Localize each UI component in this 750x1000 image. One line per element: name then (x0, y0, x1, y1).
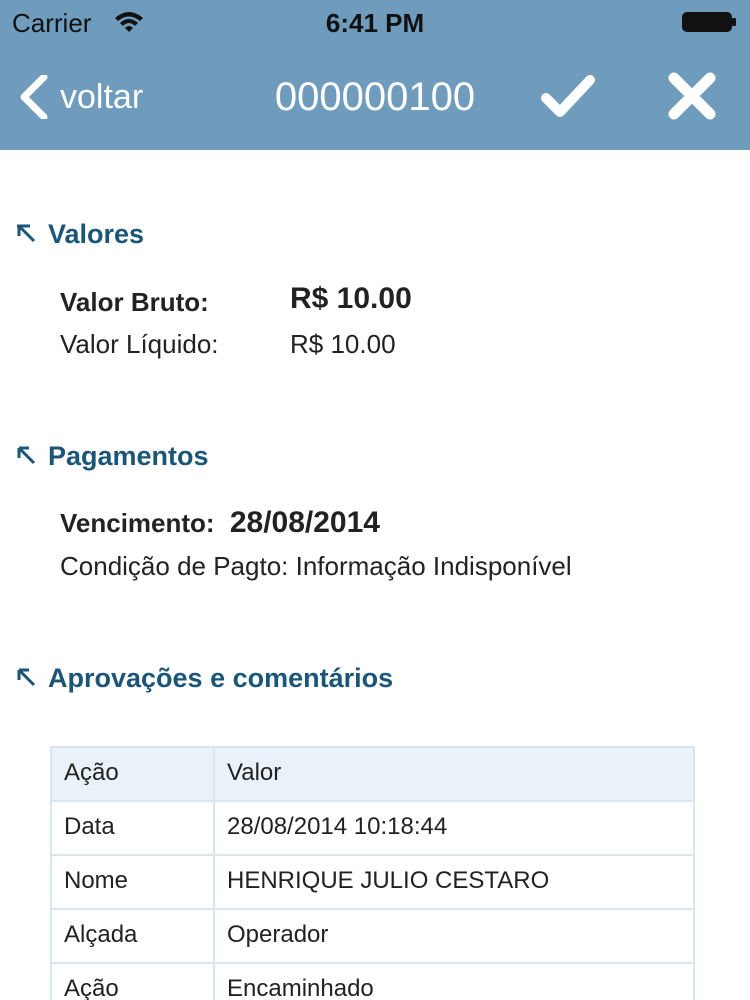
section-valores-title: Valores (48, 218, 145, 249)
arrow-up-left-icon (17, 224, 36, 243)
table-cell-key: Data (52, 802, 215, 854)
condicao-row: Condição de Pagto: Informação Indisponív… (60, 550, 572, 582)
table-cell-key: Nome (52, 856, 215, 908)
arrow-up-left-icon (17, 446, 36, 465)
table-row: Data 28/08/2014 10:18:44 (52, 802, 693, 856)
screen: Carrier 6:41 PM voltar 000000100 Valores… (0, 0, 750, 1000)
arrow-up-left-icon (17, 668, 36, 687)
vencimento-value: 28/08/2014 (229, 506, 380, 539)
section-valores-header[interactable]: Valores (16, 216, 144, 252)
top-bar: Carrier 6:41 PM voltar 000000100 (0, 0, 750, 150)
valor-bruto-value: R$ 10.00 (290, 282, 412, 315)
valor-liquido-row: Valor Líquido: R$ 10.00 (60, 328, 396, 360)
close-icon[interactable] (664, 68, 720, 124)
page-title: 000000100 (274, 75, 476, 119)
battery-icon (682, 12, 736, 32)
navigation-bar: voltar 000000100 (0, 44, 750, 150)
table-cell-value: 28/08/2014 10:18:44 (227, 813, 448, 840)
section-pagamentos-title: Pagamentos (48, 440, 209, 471)
section-pagamentos-header[interactable]: Pagamentos (16, 438, 209, 474)
table-cell-key: Alçada (52, 910, 215, 962)
table-row: Nome HENRIQUE JULIO CESTARO (52, 856, 693, 910)
section-aprovacoes-title: Aprovações e comentários (48, 662, 394, 693)
condicao-text: Condição de Pagto: Informação Indisponív… (60, 551, 572, 581)
aprovacoes-table: Ação Valor Data 28/08/2014 10:18:44 Nome… (50, 746, 695, 1000)
table-header-acao: Ação (52, 748, 215, 800)
check-icon[interactable] (540, 68, 596, 124)
valor-bruto-label: Valor Bruto: (60, 287, 209, 317)
content: Valores Valor Bruto: R$ 10.00 Valor Líqu… (0, 150, 750, 1000)
table-cell-key: Ação (52, 964, 215, 1000)
table-cell-value: HENRIQUE JULIO CESTARO (227, 867, 550, 894)
status-bar: Carrier 6:41 PM (0, 0, 750, 44)
clock: 6:41 PM (325, 8, 425, 38)
table-row: Ação Encaminhado (52, 964, 693, 1000)
table-header-row: Ação Valor (52, 748, 693, 802)
table-cell-value: Encaminhado (227, 975, 374, 1000)
valor-liquido-label: Valor Líquido: (60, 329, 219, 359)
table-header-valor: Valor (227, 759, 282, 786)
valor-liquido-value: R$ 10.00 (290, 329, 396, 359)
vencimento-row: Vencimento: 28/08/2014 (60, 507, 380, 539)
section-aprovacoes-header[interactable]: Aprovações e comentários (16, 660, 393, 696)
vencimento-label: Vencimento: (60, 508, 215, 538)
table-row: Alçada Operador (52, 910, 693, 964)
table-cell-value: Operador (227, 921, 329, 948)
valor-bruto-row: Valor Bruto: R$ 10.00 (60, 283, 412, 318)
